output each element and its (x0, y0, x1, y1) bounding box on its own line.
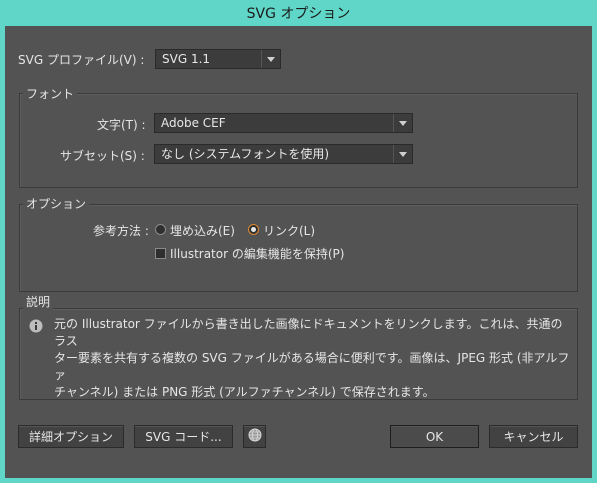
link-radio-label[interactable]: リンク(L) (263, 222, 315, 239)
options-group-title: オプション (23, 195, 90, 212)
svg-profile-label: SVG プロファイル(V) : (18, 53, 145, 67)
embed-radio[interactable] (155, 224, 166, 235)
info-icon (29, 319, 43, 333)
preserve-editing-checkbox[interactable] (155, 248, 166, 259)
chevron-down-icon (393, 145, 412, 163)
window-titlebar: SVG オプション (0, 0, 597, 26)
subset-label: サブセット(S) : (60, 149, 145, 163)
preserve-editing-label[interactable]: Illustrator の編集機能を保持(P) (170, 245, 344, 262)
description-line: ター要素を共有する複数の SVG ファイルがある場合に便利です。画像は、JPEG… (54, 351, 570, 382)
dialog-body: SVG プロファイル(V) : SVG 1.1 フォント 文字(T) : Ado… (5, 26, 592, 478)
window-title: SVG オプション (246, 6, 351, 22)
svg-code-button[interactable]: SVG コード... (134, 425, 233, 448)
subset-dropdown[interactable]: なし (システムフォントを使用) (154, 144, 413, 164)
cancel-button[interactable]: キャンセル (489, 425, 578, 448)
svg-profile-value: SVG 1.1 (162, 52, 211, 66)
browser-preview-button[interactable] (243, 425, 266, 448)
link-radio[interactable] (248, 224, 259, 235)
cancel-label: キャンセル (503, 430, 564, 444)
font-group (19, 93, 578, 188)
reference-method-label: 参考方法 : (93, 224, 149, 238)
ok-button[interactable]: OK (390, 425, 479, 448)
char-dropdown[interactable]: Adobe CEF (154, 113, 413, 133)
char-value: Adobe CEF (161, 116, 226, 130)
globe-icon (248, 428, 262, 445)
description-line: チャンネル) または PNG 形式 (アルファチャンネル) で保存されます。 (54, 385, 435, 399)
description-group-title: 説明 (23, 293, 54, 310)
svg-profile-dropdown[interactable]: SVG 1.1 (155, 49, 281, 69)
svg-code-label: SVG コード... (145, 430, 222, 444)
subset-value: なし (システムフォントを使用) (161, 147, 330, 161)
embed-radio-label[interactable]: 埋め込み(E) (170, 222, 235, 239)
chevron-down-icon (393, 114, 412, 132)
description-line: 元の Illustrator ファイルから書き出した画像にドキュメントをリンクし… (54, 317, 563, 348)
font-group-title: フォント (23, 85, 78, 102)
description-text: 元の Illustrator ファイルから書き出した画像にドキュメントをリンクし… (54, 316, 574, 401)
ok-label: OK (425, 429, 444, 444)
chevron-down-icon (261, 50, 280, 68)
char-label: 文字(T) : (97, 118, 146, 132)
advanced-options-button[interactable]: 詳細オプション (18, 425, 124, 448)
advanced-options-label: 詳細オプション (28, 430, 113, 444)
